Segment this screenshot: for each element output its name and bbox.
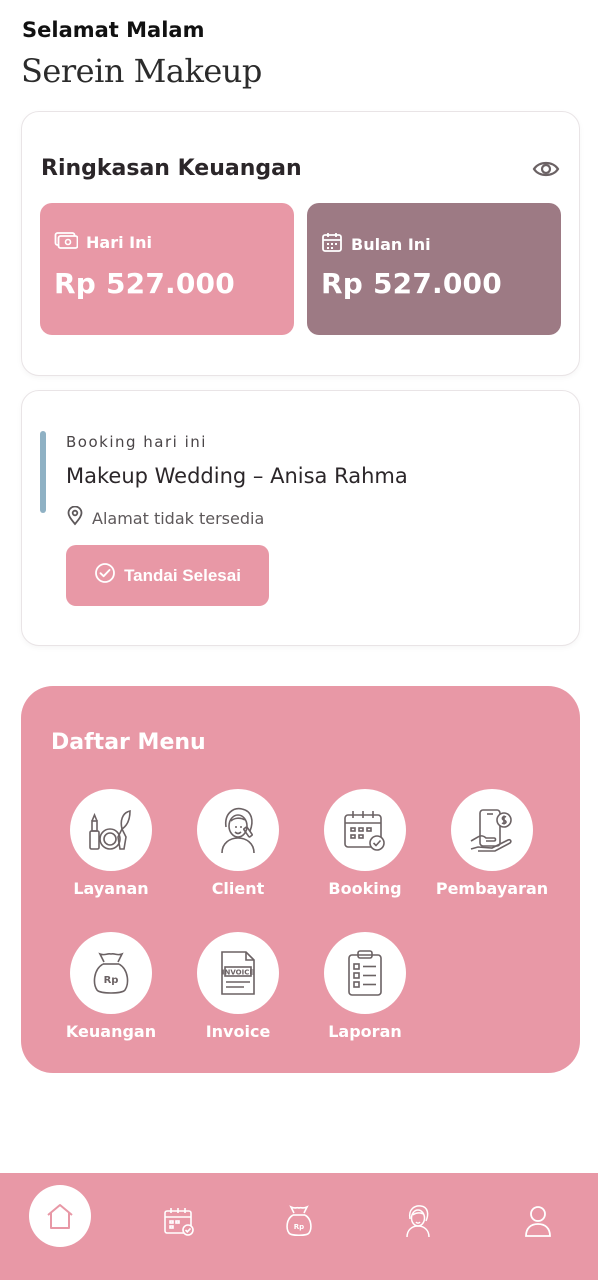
menu-label-keuangan: Keuangan xyxy=(65,1022,157,1041)
client-icon xyxy=(197,789,279,871)
month-income-tile[interactable]: Bulan Ini Rp 527.000 xyxy=(307,203,561,335)
booking-today-label: Booking hari ini xyxy=(66,433,207,451)
location-pin-icon xyxy=(66,505,84,530)
menu-item-client[interactable]: Client xyxy=(175,789,301,909)
clipboard-report-icon xyxy=(324,932,406,1014)
finance-summary-title: Ringkasan Keuangan xyxy=(41,156,302,181)
menu-item-invoice[interactable]: INVOICE Invoice xyxy=(175,932,301,1052)
cash-icon xyxy=(54,231,79,253)
payment-phone-icon xyxy=(451,789,533,871)
booking-accent-bar xyxy=(40,431,46,513)
menu-label-client: Client xyxy=(211,879,265,898)
invoice-icon: INVOICE xyxy=(197,932,279,1014)
month-amount: Rp 527.000 xyxy=(321,267,502,300)
booking-today-card: Booking hari ini Makeup Wedding – Anisa … xyxy=(21,390,580,646)
today-amount: Rp 527.000 xyxy=(54,267,235,300)
menu-panel: Daftar Menu Layanan Client Booking Pemba… xyxy=(21,686,580,1073)
menu-label-laporan: Laporan xyxy=(328,1022,402,1041)
menu-item-laporan[interactable]: Laporan xyxy=(302,932,428,1052)
menu-label-invoice: Invoice xyxy=(205,1022,271,1041)
eye-icon[interactable] xyxy=(531,156,561,182)
booking-address-text: Alamat tidak tersedia xyxy=(92,508,265,528)
menu-label-pembayaran: Pembayaran xyxy=(435,879,549,898)
calendar-icon xyxy=(321,231,343,257)
today-income-tile[interactable]: Hari Ini Rp 527.000 xyxy=(40,203,294,335)
menu-item-pembayaran[interactable]: Pembayaran xyxy=(429,789,555,909)
menu-item-layanan[interactable]: Layanan xyxy=(48,789,174,909)
booking-title: Makeup Wedding – Anisa Rahma xyxy=(66,464,408,488)
bottom-navigation: Rp xyxy=(0,1173,598,1280)
svg-text:INVOICE: INVOICE xyxy=(222,969,254,977)
money-bag-icon: Rp xyxy=(70,932,152,1014)
cosmetics-icon xyxy=(70,789,152,871)
calendar-check-icon xyxy=(324,789,406,871)
menu-item-booking[interactable]: Booking xyxy=(302,789,428,909)
home-icon[interactable] xyxy=(29,1185,91,1247)
nav-client-icon[interactable] xyxy=(400,1203,436,1239)
check-circle-icon xyxy=(94,562,116,589)
greeting-text: Selamat Malam xyxy=(22,18,205,42)
brand-name: Serein Makeup xyxy=(21,52,262,90)
booking-address: Alamat tidak tersedia xyxy=(66,505,265,530)
nav-finance-money-bag-icon[interactable]: Rp xyxy=(281,1203,317,1239)
svg-text:Rp: Rp xyxy=(104,975,119,986)
menu-title: Daftar Menu xyxy=(51,730,206,755)
menu-item-keuangan[interactable]: Rp Keuangan xyxy=(48,932,174,1052)
menu-label-layanan: Layanan xyxy=(73,879,149,898)
month-label: Bulan Ini xyxy=(351,234,431,254)
today-label: Hari Ini xyxy=(86,232,152,252)
finance-summary-card: Ringkasan Keuangan Hari Ini Rp 527.000 B… xyxy=(21,111,580,376)
mark-done-button[interactable]: Tandai Selesai xyxy=(66,545,269,606)
menu-label-booking: Booking xyxy=(328,879,402,898)
mark-done-label: Tandai Selesai xyxy=(124,565,241,585)
svg-text:Rp: Rp xyxy=(294,1223,304,1231)
nav-booking-calendar-icon[interactable] xyxy=(161,1203,197,1239)
nav-profile-user-icon[interactable] xyxy=(520,1203,556,1239)
